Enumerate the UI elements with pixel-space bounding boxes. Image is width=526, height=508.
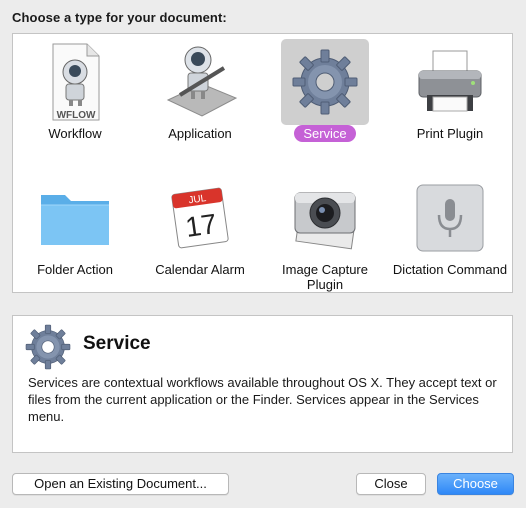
- type-tile-image-capture-plugin[interactable]: Image Capture Plugin: [263, 170, 387, 294]
- gear-icon: [281, 39, 369, 125]
- type-tile-application[interactable]: Application: [138, 34, 262, 158]
- workflow-document-icon: WFLOW: [13, 39, 137, 125]
- type-label-print-plugin: Print Plugin: [416, 126, 484, 141]
- description-text: Services are contextual workflows availa…: [28, 375, 497, 424]
- type-tile-dictation-command[interactable]: Dictation Command: [388, 170, 512, 294]
- microphone-icon: [388, 175, 512, 261]
- camera-icon: [263, 175, 387, 261]
- choose-button[interactable]: Choose: [437, 473, 514, 495]
- workflow-badge: WFLOW: [57, 110, 96, 121]
- description-title: Service: [83, 333, 151, 354]
- document-type-grid: WFLOW Workflow Application Service Print…: [12, 33, 513, 293]
- type-label-workflow: Workflow: [48, 126, 102, 141]
- type-tile-calendar-alarm[interactable]: JUL 17 Calendar Alarm: [138, 170, 262, 294]
- calendar-icon: JUL 17: [138, 175, 262, 261]
- dialog-heading: Choose a type for your document:: [12, 10, 227, 25]
- type-label-folder-action: Folder Action: [37, 262, 113, 277]
- type-tile-print-plugin[interactable]: Print Plugin: [388, 34, 512, 158]
- type-tile-workflow[interactable]: WFLOW Workflow: [13, 34, 137, 158]
- gear-icon: [24, 323, 72, 376]
- type-label-dictation-command: Dictation Command: [392, 262, 508, 277]
- type-tile-folder-action[interactable]: Folder Action: [13, 170, 137, 294]
- description-panel: Service Services are contextual workflow…: [12, 315, 513, 453]
- close-button[interactable]: Close: [356, 473, 426, 495]
- open-existing-document-button[interactable]: Open an Existing Document...: [12, 473, 229, 495]
- folder-icon: [13, 175, 137, 261]
- automator-robot-icon: [138, 39, 262, 125]
- type-label-service: Service: [263, 125, 387, 142]
- printer-icon: [388, 39, 512, 125]
- type-label-application: Application: [168, 126, 232, 141]
- calendar-day: 17: [183, 208, 218, 243]
- type-label-image-capture-plugin: Image Capture Plugin: [282, 262, 368, 292]
- type-tile-service[interactable]: Service: [263, 34, 387, 158]
- type-label-calendar-alarm: Calendar Alarm: [155, 262, 245, 277]
